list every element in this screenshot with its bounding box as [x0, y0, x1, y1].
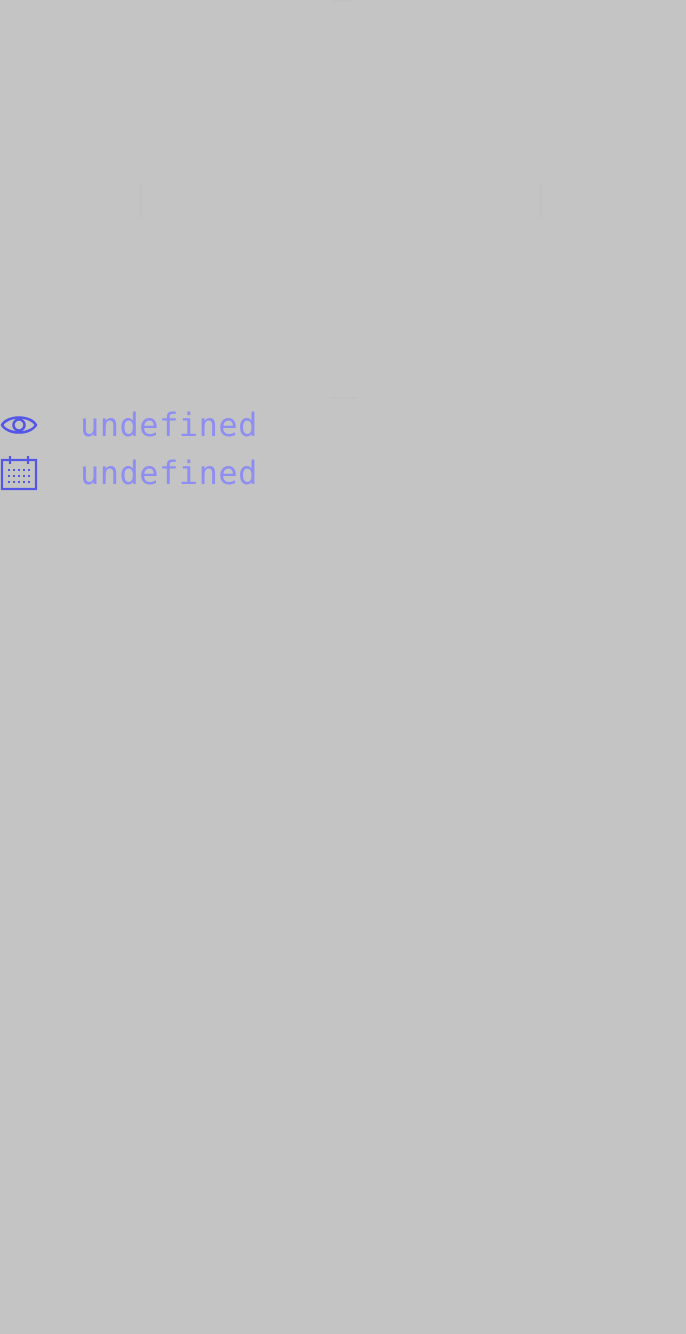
screen: undefined undefined: [0, 0, 686, 1334]
calendar-icon: [0, 453, 40, 493]
article-meta: undefined undefined: [0, 402, 686, 498]
publish-date: undefined: [80, 454, 258, 492]
placeholder-title-block: [140, 184, 542, 218]
views-row: undefined: [0, 402, 686, 448]
date-row: undefined: [0, 450, 686, 496]
views-count: undefined: [80, 406, 258, 444]
eye-icon: [0, 405, 40, 445]
placeholder-top-divider: [333, 0, 353, 2]
placeholder-mid-divider: [330, 397, 356, 399]
